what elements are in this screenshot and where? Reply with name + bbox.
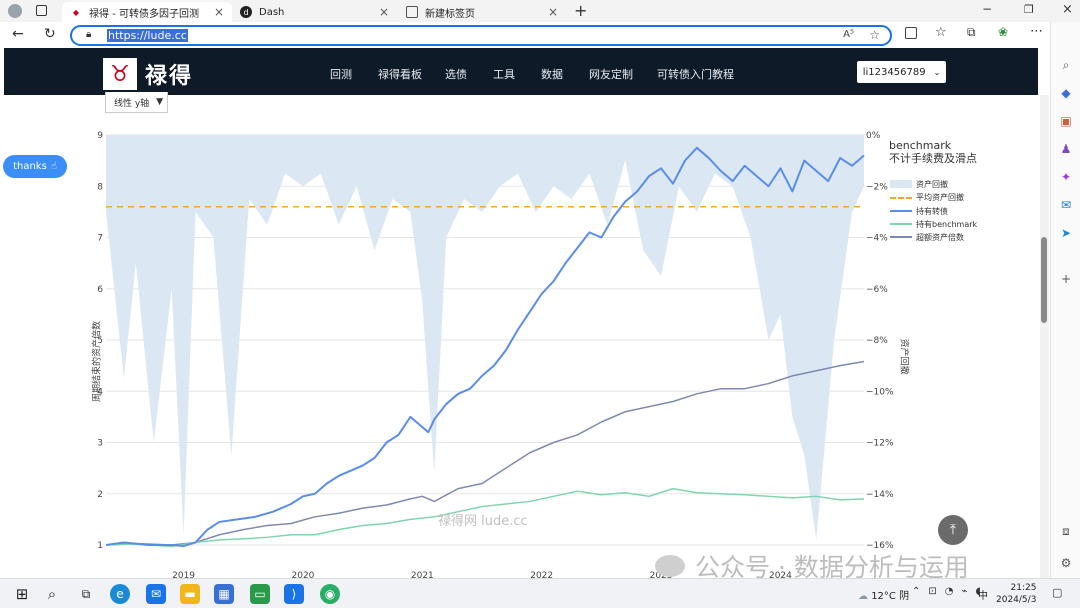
wechat-app-icon[interactable]: ◉ [320,584,340,604]
backtest-chart: 123456789 0%−2%−4%−6%−8%−10%−12%−14%−16%… [97,131,894,581]
legend-title-sub: 不计手续费及滑点 [889,152,977,165]
file-explorer-icon[interactable]: ▬ [180,584,200,604]
legend-swatch [890,180,912,188]
legend-label: 超额资产倍数 [916,232,964,242]
y-left-tick-label: 9 [97,131,103,141]
y-right-tick-label: 0% [866,131,881,141]
legend-item-excess[interactable]: 超额资产倍数 [890,231,964,243]
clock-time: 21:25 [1010,583,1037,593]
wechat-icon [655,555,685,577]
legend-title-main: benchmark [889,139,952,152]
site-watermark: 禄得网 lude.cc [438,514,528,529]
legend-item-avg-drawdown[interactable]: 平均资产回撤 [890,191,964,203]
legend-swatch [890,210,912,212]
y-right-tick-label: −6% [866,285,888,295]
taskbar-search-icon[interactable]: ⌕ [42,584,62,604]
y-right-tick-label: −10% [866,387,894,397]
legend-label: 持有benchmark [916,219,978,229]
y-left-tick-label: 6 [97,285,103,295]
legend-swatch [890,196,912,199]
y-left-tick-label: 7 [97,234,103,244]
vscode-icon[interactable]: ⟩ [284,584,304,604]
task-view-icon[interactable]: ⧉ [76,584,96,604]
terminal-icon[interactable]: ▭ [250,584,270,604]
y-left-tick-label: 1 [97,541,103,551]
legend-swatch [890,236,912,238]
legend-item-drawdown[interactable]: 资产回撤 [890,178,948,190]
drawdown-area [106,135,864,540]
cloud-icon: ☁ [858,591,868,602]
legend-label: 平均资产回撤 [916,192,964,202]
y-axis-left-label: 周期结束的资产倍数 [92,321,103,403]
clock-date: 2024/5/3 [996,595,1037,605]
edge-icon[interactable]: e [110,584,130,604]
legend-label: 资产回撤 [916,179,948,189]
start-icon[interactable]: ⊞ [12,584,32,604]
ime-indicator[interactable]: 中 [978,587,988,602]
y-right-tick-label: −8% [866,336,888,346]
weather-widget[interactable]: ☁ 12°C 阴 [858,587,909,602]
y-right-tick-label: −12% [866,439,894,449]
y-right-tick-label: −14% [866,490,894,500]
legend-title: benchmark 不计手续费及滑点 [889,139,977,165]
weather-text: 12°C 阴 [871,591,910,602]
system-clock[interactable]: 21:25 2024/5/3 [996,582,1036,606]
windows-taskbar: ⊞ ⌕ ⧉ e ✉ ▬ ▦ ▭ ⟩ ◉ ☁ 12°C 阴 ⌃⊡◔⌁◖ 中 21:… [0,578,1080,608]
notification-icon[interactable]: ▢ [1052,586,1062,599]
mail-icon[interactable]: ✉ [146,584,166,604]
y-right-tick-label: −4% [866,234,888,244]
legend-swatch [890,223,912,225]
drawdown-area-shape [106,135,864,540]
back-to-top-button[interactable]: ⤒ [938,515,968,545]
legend-label: 持有转债 [916,206,948,216]
y-left-tick-label: 2 [97,490,103,500]
y-left-tick-label: 3 [97,439,103,449]
y-left-tick-label: 8 [97,182,103,192]
legend-item-benchmark[interactable]: 持有benchmark [890,218,977,230]
y-right-tick-label: −2% [866,182,888,192]
store-icon[interactable]: ▦ [214,584,234,604]
y-axis-right-label: 资产回撤 [898,338,909,375]
legend-item-bonds[interactable]: 持有转债 [890,205,948,217]
